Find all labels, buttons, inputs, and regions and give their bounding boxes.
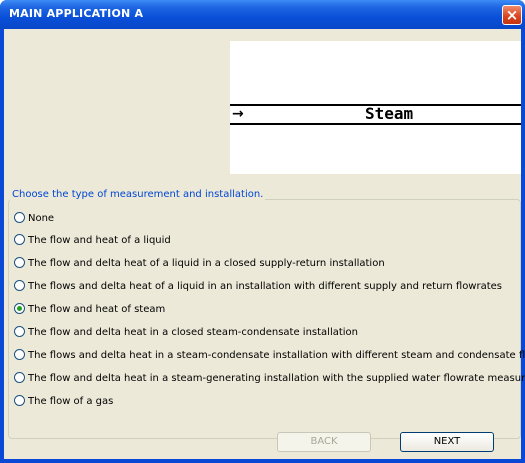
option-label: The flow and heat of a liquid — [28, 235, 171, 246]
radio-button[interactable] — [14, 212, 25, 223]
option-gas-flow[interactable]: The flow of a gas — [14, 395, 113, 409]
option-steam-generating[interactable]: The flow and delta heat in a steam-gener… — [14, 372, 525, 386]
option-liquid-flow-heat[interactable]: The flow and heat of a liquid — [14, 234, 171, 248]
back-button[interactable]: BACK — [277, 432, 371, 452]
window-title: MAIN APPLICATION A — [9, 7, 144, 20]
radio-button[interactable] — [14, 395, 25, 406]
close-icon: × — [505, 6, 519, 24]
option-label: The flows and delta heat in a steam-cond… — [28, 350, 525, 361]
option-label: The flow of a gas — [28, 396, 114, 407]
option-label: None — [28, 213, 55, 224]
option-closed-steam-condensate[interactable]: The flow and delta heat in a closed stea… — [14, 326, 358, 340]
option-liquid-closed-supply-return[interactable]: The flow and delta heat of a liquid in a… — [14, 257, 385, 271]
main-window: MAIN APPLICATION A × → Steam Choose the … — [0, 0, 525, 463]
option-steam-flow-heat[interactable]: The flow and heat of steam — [14, 303, 165, 317]
option-none[interactable]: None — [14, 212, 54, 226]
option-label: The flow and delta heat in a closed stea… — [28, 327, 359, 338]
installation-preview: → Steam — [230, 41, 521, 174]
option-label: The flows and delta heat of a liquid in … — [28, 281, 503, 292]
radio-button[interactable] — [14, 326, 25, 337]
next-button[interactable]: NEXT — [400, 432, 494, 452]
medium-label: Steam — [365, 104, 414, 123]
title-bar[interactable]: MAIN APPLICATION A × — [0, 0, 525, 29]
radio-button[interactable] — [14, 257, 25, 268]
close-button[interactable]: × — [502, 5, 522, 25]
option-label: The flow and delta heat in a steam-gener… — [28, 373, 525, 384]
radio-button-selected[interactable] — [14, 303, 25, 314]
option-liquid-different-flowrates[interactable]: The flows and delta heat of a liquid in … — [14, 280, 502, 294]
radio-button[interactable] — [14, 280, 25, 291]
radio-button[interactable] — [14, 349, 25, 360]
radio-button[interactable] — [14, 234, 25, 245]
option-steam-condensate-different-flowrates[interactable]: The flows and delta heat in a steam-cond… — [14, 349, 525, 363]
radio-button[interactable] — [14, 372, 25, 383]
groupbox-legend: Choose the type of measurement and insta… — [10, 188, 266, 202]
flow-arrow-icon: → — [232, 106, 244, 122]
option-label: The flow and heat of steam — [28, 304, 166, 315]
pipe-line-bottom — [230, 123, 521, 125]
client-area: → Steam Choose the type of measurement a… — [4, 29, 525, 459]
option-label: The flow and delta heat of a liquid in a… — [28, 258, 385, 269]
